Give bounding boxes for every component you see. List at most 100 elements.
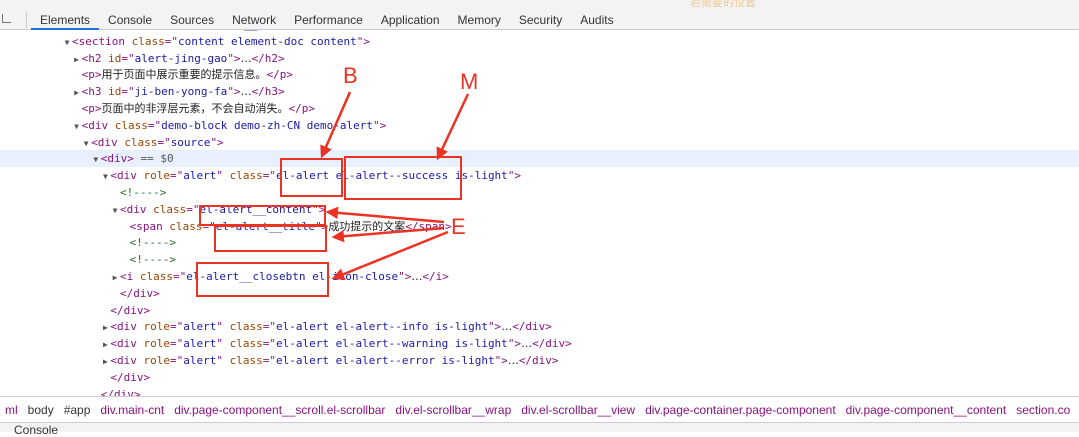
collapse-triangle-icon[interactable]: ▶ <box>72 51 82 68</box>
breadcrumb-item[interactable]: #app <box>59 403 96 417</box>
dom-node-line[interactable]: ▶ <div role="alert" class="el-alert el-al… <box>0 352 1079 369</box>
collapse-triangle-icon[interactable]: ▶ <box>72 84 82 101</box>
dom-node-line[interactable]: ▶ <h3 id="ji-ben-yong-fa">…</h3> <box>0 83 1079 100</box>
dom-token: </h3> <box>251 85 285 99</box>
dom-token: <section <box>72 34 132 48</box>
expand-triangle-icon[interactable]: ▼ <box>72 118 82 135</box>
tab-elements[interactable]: Elements <box>31 10 100 30</box>
dom-node-line[interactable]: ▶ <h2 id="alert-jing-gao">…</h2> <box>0 50 1079 67</box>
dom-token: el-alert el-alert--warning is-light <box>276 337 508 351</box>
dom-token: role <box>143 169 171 183</box>
dom-node-line[interactable]: </div> <box>0 369 1079 386</box>
dom-node-line[interactable]: <!----> <box>0 251 1079 268</box>
tab-security[interactable]: Security <box>510 10 571 30</box>
dom-token: </div> <box>518 354 559 367</box>
tab-application[interactable]: Application <box>372 10 449 30</box>
dom-token: </div> <box>100 387 141 396</box>
dom-token: "> <box>315 219 329 233</box>
dom-node-line[interactable]: <p>用于页面中展示重要的提示信息。</p> <box>0 66 1079 83</box>
breadcrumb-item[interactable]: div.el-scrollbar__view <box>516 403 640 417</box>
dom-token: =" <box>262 320 277 334</box>
dom-node-line[interactable]: ▶ <i class="el-alert__closebtn el-icon-cl… <box>0 268 1079 285</box>
dom-token: 用于页面中展示重要的提示信息。 <box>101 68 267 82</box>
dom-node-line[interactable]: ▼ <div class="el-alert__content"> <box>0 201 1079 218</box>
dom-token: </h2> <box>251 51 285 65</box>
dom-token: page-component__content <box>152 30 304 31</box>
breadcrumb-item[interactable]: div.el-scrollbar__wrap <box>390 403 516 417</box>
expand-triangle-icon[interactable]: ▼ <box>91 151 101 168</box>
tab-performance[interactable]: Performance <box>285 10 372 30</box>
dom-token: " <box>216 320 230 334</box>
tab-network[interactable]: Network <box>223 10 285 30</box>
dom-node-line[interactable]: </div> <box>0 285 1079 302</box>
breadcrumb: ml body #app div.main-cnt div.page-component… <box>0 396 1079 422</box>
tab-console[interactable]: Console <box>99 10 161 30</box>
expand-triangle-icon[interactable]: ▼ <box>81 135 91 152</box>
dom-token: =" <box>170 337 184 351</box>
dom-token: <p> <box>81 68 102 82</box>
dom-token: "> <box>494 354 508 367</box>
tab-sources[interactable]: Sources <box>161 10 223 30</box>
tab-row: Elements Console Sources Network Performance… <box>0 10 623 30</box>
dom-token: el-alert__content <box>199 202 313 216</box>
dom-node-line[interactable]: ▼ <div class="source"> <box>0 134 1079 151</box>
dom-token: role <box>143 320 171 334</box>
dom-token: <div <box>81 118 115 132</box>
dom-token: <!----> <box>120 186 167 199</box>
dom-token: "> <box>507 337 522 351</box>
breadcrumb-item[interactable]: div.page-component__content <box>841 403 1012 417</box>
dom-node-line[interactable]: <span class="el-alert__title">成功提示的文案</s… <box>0 218 1079 235</box>
drawer-tab-console[interactable]: Console <box>14 423 58 437</box>
breadcrumb-item[interactable]: ml <box>0 403 23 417</box>
console-drawer[interactable]: Console <box>0 422 1079 437</box>
breadcrumb-item[interactable]: div.page-container.page-component <box>640 403 841 417</box>
dom-token: content element-doc content <box>177 34 357 48</box>
dom-token: class <box>229 354 263 367</box>
dom-node-line[interactable]: ▼ <section class="content element-doc con… <box>0 33 1079 50</box>
breadcrumb-item[interactable]: body <box>23 403 59 417</box>
toolbar-divider <box>26 12 27 28</box>
expand-triangle-icon[interactable]: ▼ <box>110 202 120 219</box>
dom-token: class <box>229 320 263 334</box>
tab-memory[interactable]: Memory <box>449 10 510 30</box>
dom-node-line[interactable]: <!----> <box>0 234 1079 251</box>
collapse-triangle-icon[interactable]: ▶ <box>100 353 110 370</box>
dom-token: … <box>240 51 252 65</box>
dom-node-line[interactable]: ▼ <div role="alert" class="el-alert el-al… <box>0 167 1079 184</box>
collapse-triangle-icon[interactable]: ▶ <box>100 319 110 336</box>
dom-node-selected[interactable]: ▼ <div> == $0 <box>0 150 1079 168</box>
dom-token: source <box>170 135 211 149</box>
dom-node-line[interactable]: <!----> <box>0 184 1079 201</box>
dom-token: =" <box>157 135 171 149</box>
elements-dom-tree[interactable]: <div class="page-component__content">▼<s… <box>0 30 1079 396</box>
expand-triangle-icon[interactable]: ▼ <box>100 168 110 185</box>
collapse-triangle-icon[interactable]: ▶ <box>110 269 120 286</box>
dom-node-line[interactable]: ▶ <div role="alert" class="el-alert el-al… <box>0 318 1079 335</box>
dom-node-line[interactable]: </div> <box>0 302 1079 319</box>
dom-token: el-alert el-alert--success is-light <box>276 169 508 183</box>
collapse-triangle-icon[interactable]: ▶ <box>100 336 110 353</box>
dom-node-line[interactable]: ▶ <div role="alert" class="el-alert el-al… <box>0 335 1079 352</box>
dom-token: id <box>108 51 122 65</box>
dom-token: … <box>240 85 252 99</box>
inspect-icon[interactable] <box>0 10 12 30</box>
dom-token: </p> <box>288 102 315 115</box>
dom-node-line[interactable]: ▼ <div class="demo-block demo-zh-CN demo-… <box>0 117 1079 134</box>
dom-token: "> <box>227 85 241 99</box>
dom-token: alert <box>183 320 217 334</box>
dom-token: =" <box>170 169 184 183</box>
breadcrumb-item[interactable]: div.main-cnt <box>95 403 169 417</box>
dom-node-line[interactable]: </div> <box>0 386 1079 396</box>
devtools-tabbar: 若需要的设置 Elements Console Sources Network Perf… <box>0 0 1079 30</box>
dom-token: class <box>229 337 263 351</box>
dom-token: == $0 <box>133 152 174 166</box>
dom-token: </i> <box>422 270 449 283</box>
breadcrumb-item[interactable]: section.co <box>1011 403 1075 417</box>
breadcrumb-item[interactable]: div.page-component__scroll.el-scrollbar <box>169 403 390 417</box>
dom-node-line[interactable]: <p>页面中的非浮层元素，不会自动消失。</p> <box>0 100 1079 117</box>
expand-triangle-icon[interactable]: ▼ <box>62 34 72 51</box>
dom-token: … <box>521 337 533 351</box>
dom-token: </div> <box>512 320 552 334</box>
dom-token: =" <box>138 30 151 31</box>
tab-audits[interactable]: Audits <box>571 10 622 30</box>
